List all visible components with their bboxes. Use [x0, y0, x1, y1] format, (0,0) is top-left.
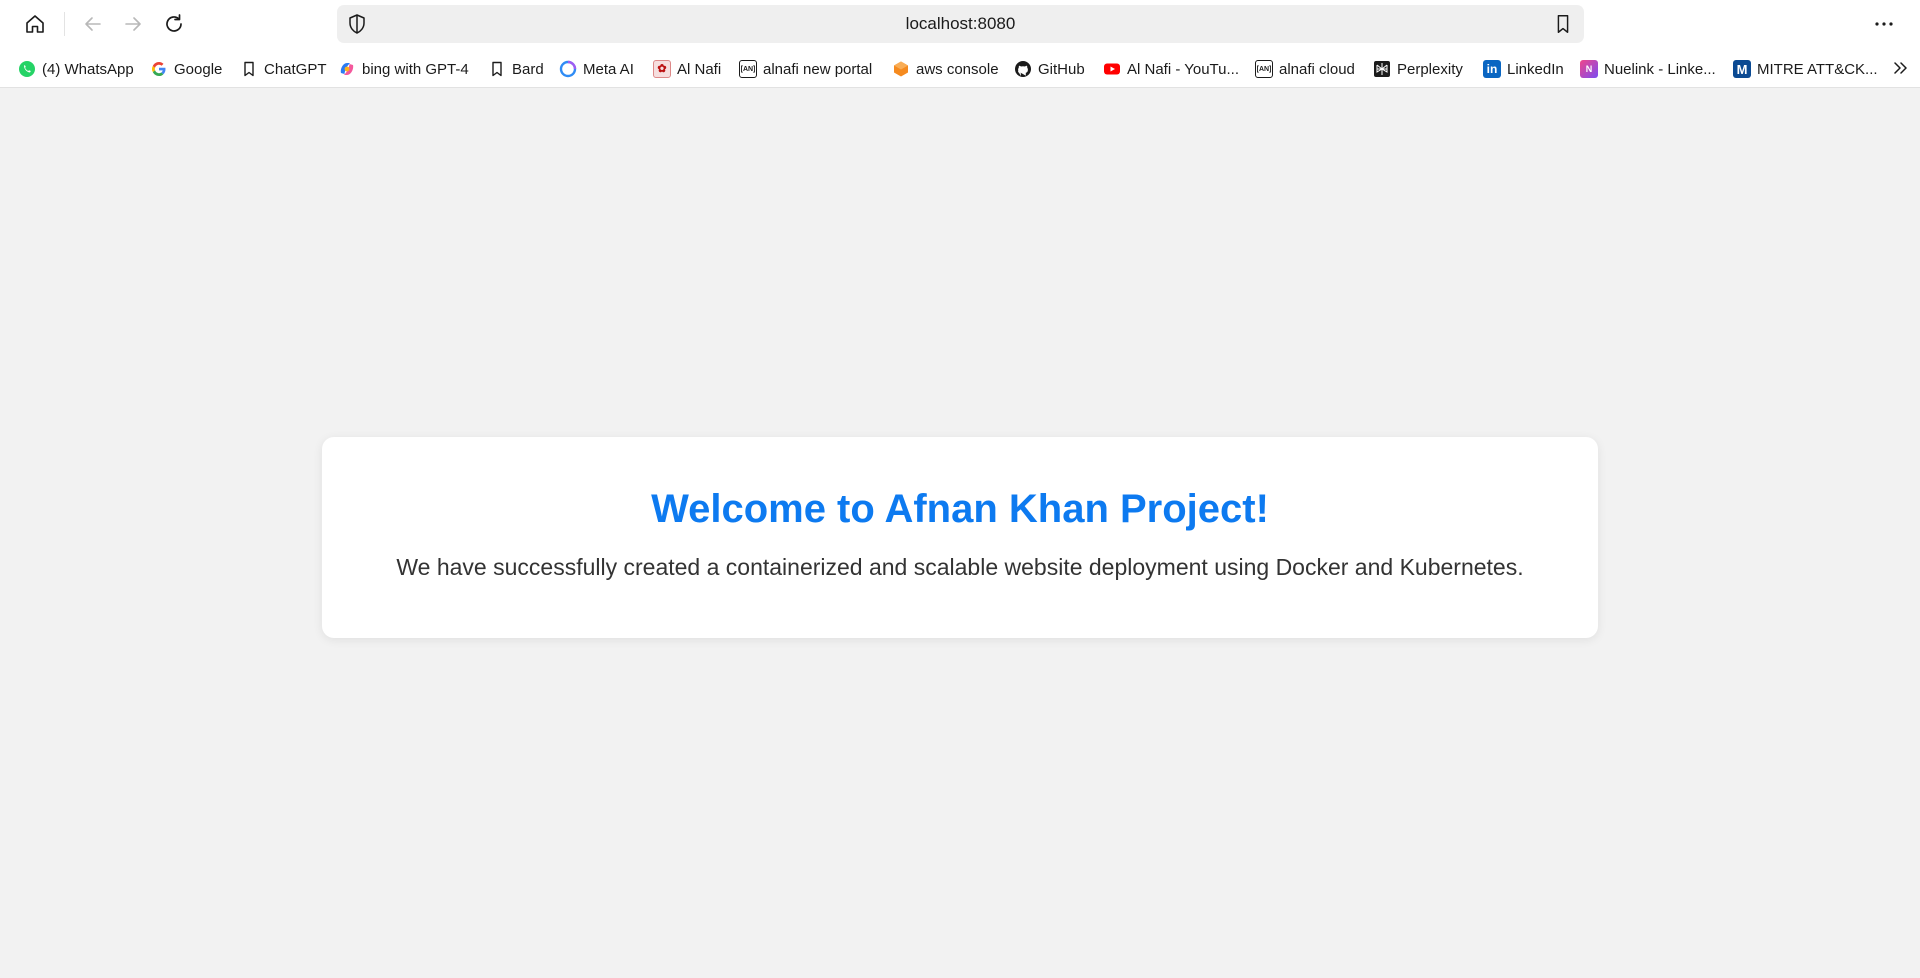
bookmark-star-icon[interactable] [1552, 13, 1574, 35]
page-title: Welcome to Afnan Khan Project! [651, 487, 1269, 531]
aws-icon [892, 60, 910, 78]
alnafi-portal-icon: [AN] [739, 60, 757, 78]
bookmark-mitre[interactable]: M MITRE ATT&CK... [1733, 58, 1878, 80]
github-icon [1014, 60, 1032, 78]
bookmark-youtube[interactable]: Al Nafi - YouTu... [1103, 58, 1239, 80]
bookmark-github[interactable]: GitHub [1014, 58, 1085, 80]
bookmark-icon [240, 60, 258, 78]
copilot-icon [338, 60, 356, 78]
home-button[interactable] [17, 8, 53, 40]
bookmark-label: alnafi new portal [763, 60, 873, 78]
more-icon [1875, 22, 1893, 26]
bookmark-label: ChatGPT [264, 60, 327, 78]
alnafi-cloud-icon: [AN] [1255, 60, 1273, 78]
bookmark-label: bing with GPT-4 [362, 60, 469, 78]
whatsapp-icon [18, 60, 36, 78]
bookmarks-overflow-button[interactable] [1890, 56, 1912, 80]
bookmark-label: Bard [512, 60, 544, 78]
youtube-icon [1103, 60, 1121, 78]
bookmark-label: Google [174, 60, 223, 78]
bookmark-alnafi-portal[interactable]: [AN] alnafi new portal [739, 58, 872, 80]
bookmark-linkedin[interactable]: in LinkedIn [1483, 58, 1564, 80]
forward-button[interactable] [115, 8, 151, 40]
arrow-right-icon [125, 17, 141, 31]
settings-menu-button[interactable] [1866, 8, 1902, 40]
arrow-left-icon [85, 17, 101, 31]
bookmark-label: Nuelink - Linke... [1604, 60, 1716, 78]
bookmark-label: Perplexity [1397, 60, 1463, 78]
meta-ai-icon [559, 60, 577, 78]
mitre-icon: M [1733, 60, 1751, 78]
bookmark-label: GitHub [1038, 60, 1085, 78]
bookmark-chatgpt[interactable]: ChatGPT [240, 58, 327, 80]
perplexity-icon [1373, 60, 1391, 78]
bookmark-label: LinkedIn [1507, 60, 1564, 78]
page-message: We have successfully created a container… [396, 554, 1524, 580]
bookmark-google[interactable]: Google [150, 58, 222, 80]
bookmark-label: MITRE ATT&CK... [1757, 60, 1878, 78]
bookmark-nuelink[interactable]: N Nuelink - Linke... [1580, 58, 1716, 80]
bookmark-perplexity[interactable]: Perplexity [1373, 58, 1463, 80]
bookmark-whatsapp[interactable]: (4) WhatsApp [18, 58, 134, 80]
reload-button[interactable] [156, 8, 192, 40]
chevron-double-right-icon [1894, 62, 1907, 74]
bookmarks-bar: (4) WhatsApp Google ChatGPT bing with GP… [0, 48, 1920, 88]
bookmark-label: alnafi cloud [1279, 60, 1355, 78]
bookmark-alnafi-cloud[interactable]: [AN] alnafi cloud [1255, 58, 1355, 80]
url-text[interactable]: localhost:8080 [337, 5, 1584, 43]
bookmark-label: Al Nafi - YouTu... [1127, 60, 1240, 78]
browser-toolbar: localhost:8080 [0, 0, 1920, 48]
toolbar-divider [64, 12, 65, 36]
google-icon [150, 60, 168, 78]
bookmark-meta-ai[interactable]: Meta AI [559, 58, 634, 80]
bookmark-al-nafi[interactable]: ✿ Al Nafi [653, 58, 721, 80]
bookmark-label: Al Nafi [677, 60, 722, 78]
linkedin-icon: in [1483, 60, 1501, 78]
bookmark-aws[interactable]: aws console [892, 58, 999, 80]
home-icon [26, 15, 44, 33]
alnafi-icon: ✿ [653, 60, 671, 78]
address-bar[interactable]: localhost:8080 [337, 5, 1584, 43]
bookmark-label: aws console [916, 60, 999, 78]
nuelink-icon: N [1580, 60, 1598, 78]
bookmark-label: Meta AI [583, 60, 634, 78]
welcome-card: Welcome to Afnan Khan Project! We have s… [322, 437, 1598, 638]
back-button[interactable] [75, 8, 111, 40]
bookmark-bing[interactable]: bing with GPT-4 [338, 58, 469, 80]
refresh-icon [166, 14, 182, 32]
bookmark-icon [488, 60, 506, 78]
bookmark-bard[interactable]: Bard [488, 58, 544, 80]
bookmark-label: (4) WhatsApp [42, 60, 134, 78]
